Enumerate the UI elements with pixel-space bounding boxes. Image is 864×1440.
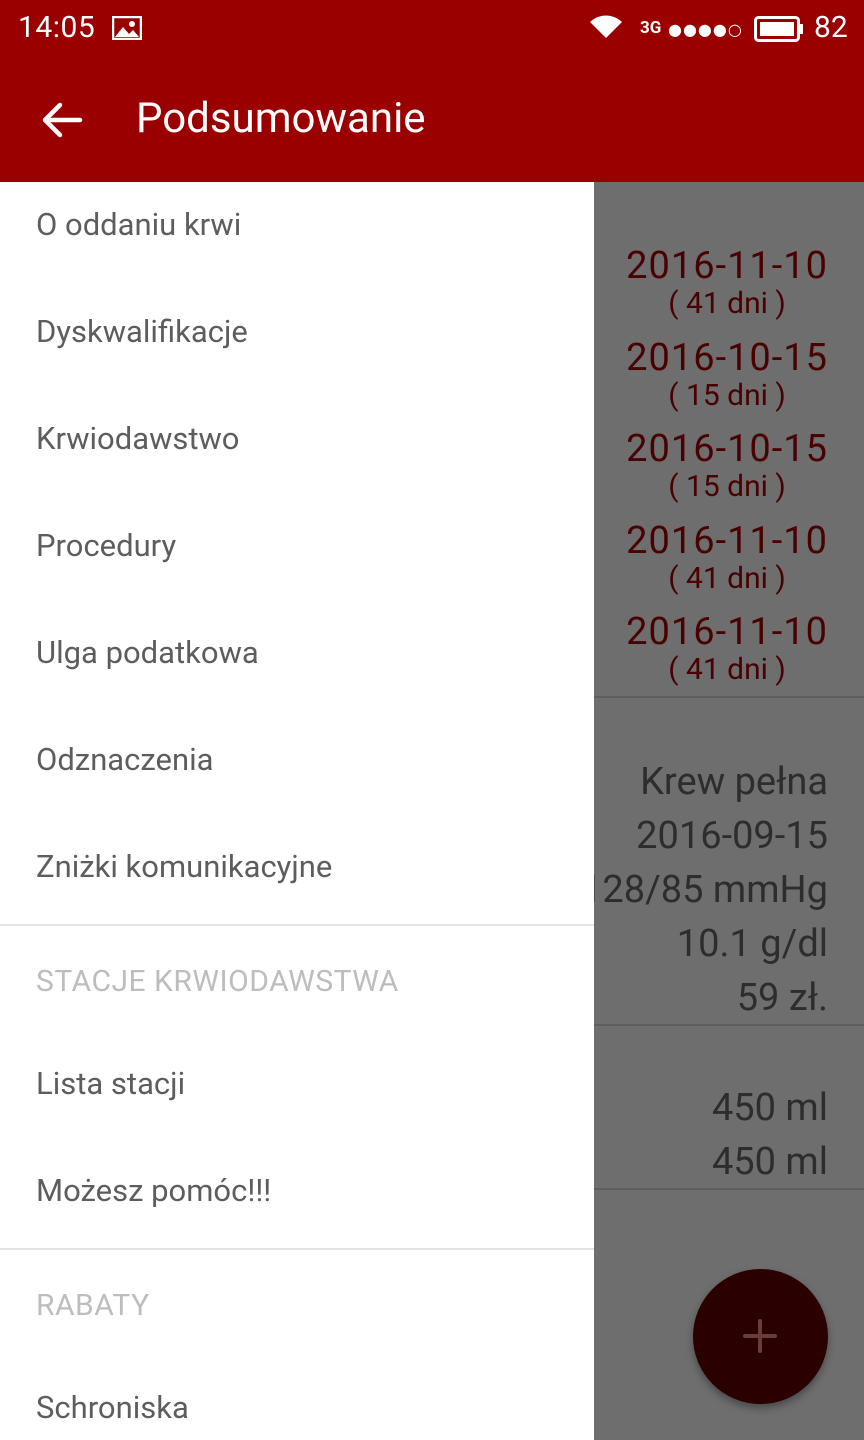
date-block: 2016-11-10 ( 41 dni ) xyxy=(626,519,828,595)
days-remaining: ( 41 dni ) xyxy=(668,286,786,321)
drawer-item-label: Lista stacji xyxy=(36,1065,186,1102)
days-remaining: ( 15 dni ) xyxy=(668,469,786,504)
status-time: 14:05 xyxy=(18,10,96,45)
blood-pressure: 128/85 mmHg xyxy=(594,868,828,912)
app-bar: Podsumowanie xyxy=(0,56,864,182)
date-value: 2016-11-10 xyxy=(626,519,828,563)
background-content-scrim[interactable]: 2016-11-10 ( 41 dni ) 2016-10-15 ( 15 dn… xyxy=(594,182,864,1440)
donation-type: Krew pełna xyxy=(640,760,828,804)
date-block: 2016-10-15 ( 15 dni ) xyxy=(626,427,828,503)
drawer-item-odznaczenia[interactable]: Odznaczenia xyxy=(0,717,594,824)
status-bar: 14:05 3G ●●●●○ 82 xyxy=(0,0,864,56)
drawer-item-znizki-komunikacyjne[interactable]: Zniżki komunikacyjne xyxy=(0,824,594,931)
section-header-stations: STACJE KRWIODAWSTWA xyxy=(36,964,399,999)
network-type: 3G xyxy=(640,18,662,38)
volume-value: 450 ml xyxy=(711,1086,828,1130)
drawer-divider xyxy=(0,1248,594,1250)
image-icon xyxy=(112,16,142,40)
drawer-item-ulga-podatkowa[interactable]: Ulga podatkowa xyxy=(0,610,594,717)
drawer-item-schroniska[interactable]: Schroniska xyxy=(0,1365,594,1440)
drawer-item-label: Krwiodawstwo xyxy=(36,420,240,457)
drawer-item-mozesz-pomoc[interactable]: Możesz pomóc!!! xyxy=(0,1148,594,1255)
date-block: 2016-10-15 ( 15 dni ) xyxy=(626,336,828,412)
date-value: 2016-11-10 xyxy=(626,244,828,288)
drawer-item-label: Schroniska xyxy=(36,1389,189,1426)
arrow-back-icon[interactable] xyxy=(38,96,86,144)
days-remaining: ( 41 dni ) xyxy=(668,561,786,596)
wifi-icon xyxy=(590,15,622,38)
tax-relief-amount: 59 zł. xyxy=(736,976,828,1020)
battery-icon xyxy=(754,16,803,42)
date-value: 2016-11-10 xyxy=(626,610,828,654)
page-title: Podsumowanie xyxy=(136,94,426,143)
drawer-item-dyskwalifikacje[interactable]: Dyskwalifikacje xyxy=(0,289,594,396)
date-value: 2016-10-15 xyxy=(626,427,828,471)
days-remaining: ( 41 dni ) xyxy=(668,652,786,687)
signal-strength: ●●●●○ xyxy=(668,20,743,39)
divider xyxy=(594,1188,864,1190)
drawer-item-lista-stacji[interactable]: Lista stacji xyxy=(0,1041,594,1148)
hemoglobin-level: 10.1 g/dl xyxy=(676,922,828,966)
drawer-item-label: Dyskwalifikacje xyxy=(36,313,248,350)
add-button[interactable] xyxy=(693,1269,828,1404)
date-block: 2016-11-10 ( 41 dni ) xyxy=(626,244,828,320)
volume-value: 450 ml xyxy=(711,1140,828,1184)
plus-icon xyxy=(743,1319,777,1353)
drawer-item-label: O oddaniu krwi xyxy=(36,206,242,243)
drawer-item-o-oddaniu-krwi[interactable]: O oddaniu krwi xyxy=(0,182,594,289)
drawer-item-label: Procedury xyxy=(36,527,177,564)
section-header-discounts: RABATY xyxy=(36,1288,150,1323)
drawer-item-label: Ulga podatkowa xyxy=(36,634,259,671)
drawer-divider xyxy=(0,924,594,926)
navigation-drawer: O oddaniu krwi Dyskwalifikacje Krwiodaws… xyxy=(0,182,594,1440)
date-value: 2016-10-15 xyxy=(626,336,828,380)
date-block: 2016-11-10 ( 41 dni ) xyxy=(626,610,828,686)
drawer-item-label: Odznaczenia xyxy=(36,741,214,778)
drawer-item-procedury[interactable]: Procedury xyxy=(0,503,594,610)
drawer-item-krwiodawstwo[interactable]: Krwiodawstwo xyxy=(0,396,594,503)
drawer-item-label: Zniżki komunikacyjne xyxy=(36,848,333,885)
divider xyxy=(594,696,864,698)
donation-date: 2016-09-15 xyxy=(636,814,828,858)
battery-level: 82 xyxy=(814,10,848,45)
days-remaining: ( 15 dni ) xyxy=(668,378,786,413)
drawer-item-label: Możesz pomóc!!! xyxy=(36,1172,272,1209)
divider xyxy=(594,1024,864,1026)
